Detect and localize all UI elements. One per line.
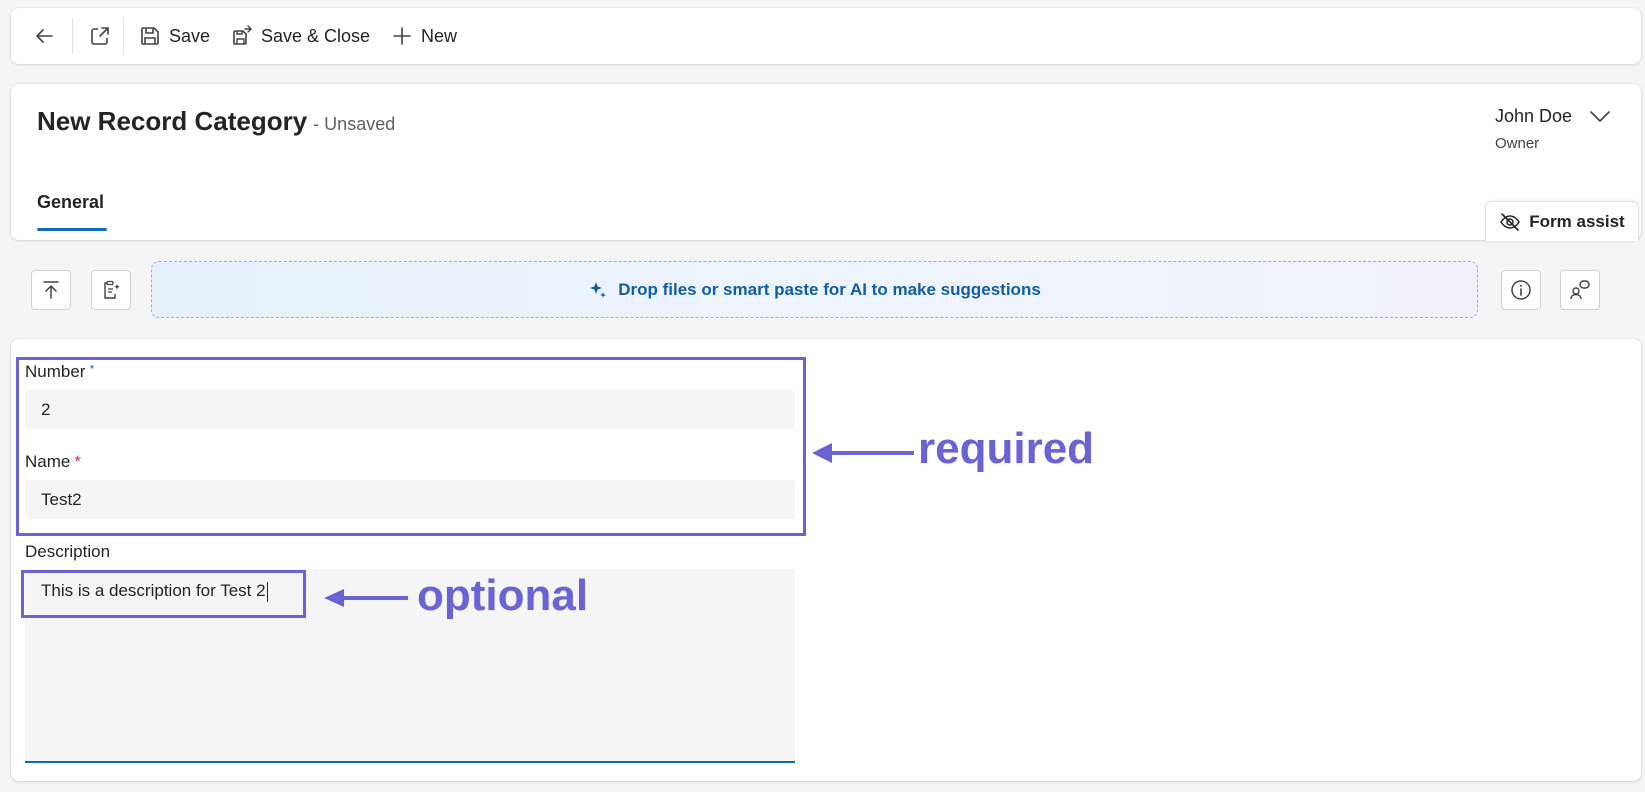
upload-button[interactable] [31, 270, 71, 310]
required-annotation-label: required [918, 424, 1095, 473]
save-and-close-button[interactable]: Save & Close [231, 8, 370, 64]
owner-name[interactable]: John Doe [1495, 106, 1572, 127]
form-assist-button[interactable]: Form assist [1485, 201, 1639, 241]
command-bar: Save Save & Close New [11, 8, 1641, 64]
info-icon [1511, 280, 1531, 300]
optional-annotation-arrow [324, 589, 408, 607]
optional-annotation-box [21, 570, 306, 618]
smart-paste-button[interactable] [91, 270, 131, 310]
ai-dropzone[interactable]: Drop files or smart paste for AI to make… [151, 261, 1478, 318]
form-assist-label: Form assist [1529, 211, 1625, 231]
description-field-label: Description [25, 542, 111, 561]
save-icon [141, 27, 159, 45]
new-button[interactable]: New [391, 8, 457, 64]
new-label: New [421, 25, 458, 46]
back-button[interactable] [33, 8, 55, 64]
upload-icon [43, 281, 59, 299]
copilot-chat-button[interactable] [1560, 270, 1600, 310]
arrow-left-icon [36, 29, 53, 43]
owner-label: Owner [1495, 135, 1540, 152]
open-in-new-window-icon [91, 27, 109, 45]
save-status: - Unsaved [313, 114, 396, 134]
record-title: New Record Category [37, 106, 308, 136]
toolbar-divider [72, 18, 73, 54]
dropzone-text: Drop files or smart paste for AI to make… [618, 279, 1041, 299]
tab-general[interactable]: General [37, 192, 104, 213]
required-annotation-arrow [812, 443, 914, 463]
person-chat-icon [1570, 280, 1590, 300]
eye-off-icon [1500, 212, 1521, 231]
page-title: New Record Category - Unsaved [37, 106, 395, 137]
clipboard-sparkle-icon [104, 280, 120, 299]
sparkle-icon [590, 281, 607, 298]
save-and-close-icon [233, 25, 252, 45]
open-in-new-window-button[interactable] [89, 8, 111, 64]
optional-annotation-label: optional [417, 571, 589, 620]
active-tab-indicator [37, 228, 107, 231]
chevron-down-icon[interactable] [1589, 110, 1611, 129]
required-annotation-box [16, 357, 806, 536]
save-label: Save [169, 25, 211, 46]
save-and-close-label: Save & Close [261, 25, 371, 46]
plus-icon [393, 27, 411, 45]
toolbar-divider [123, 18, 124, 54]
info-button[interactable] [1501, 270, 1541, 310]
form-header: New Record Category - Unsaved John Doe Ow… [11, 84, 1641, 241]
save-button[interactable]: Save [139, 8, 210, 64]
